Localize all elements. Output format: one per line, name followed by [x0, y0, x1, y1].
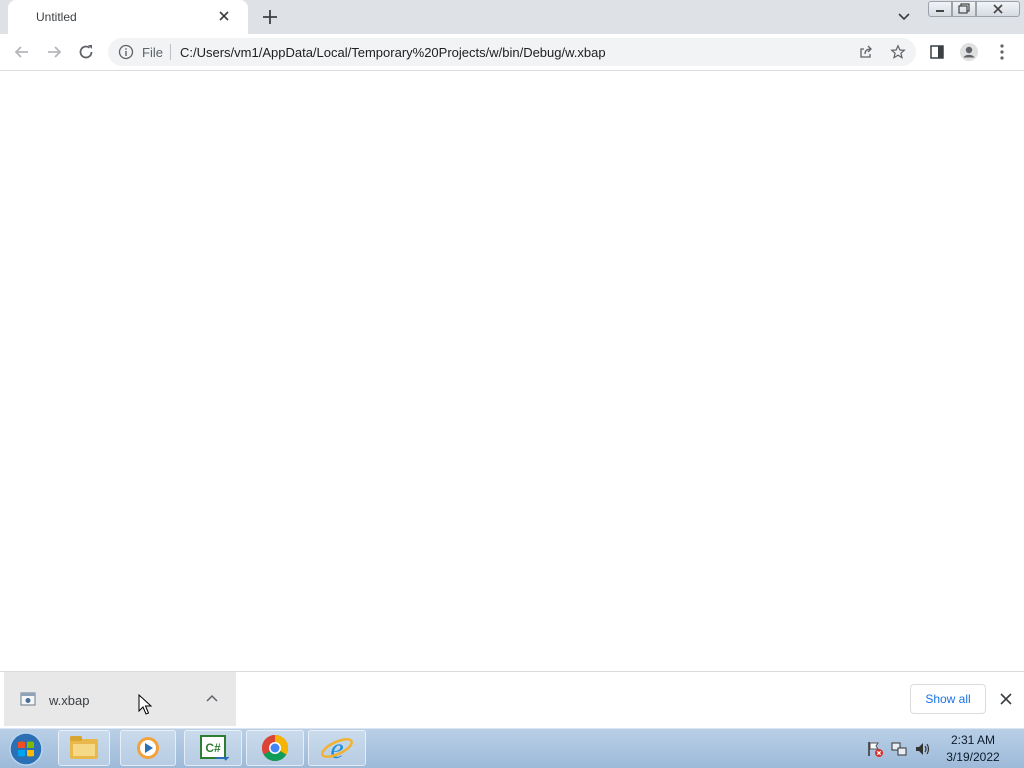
- minimize-icon: [936, 10, 944, 12]
- taskbar-visual-csharp-button[interactable]: C#: [184, 730, 242, 766]
- page-content: [0, 71, 1024, 671]
- clock-time[interactable]: 2:31 AM: [940, 733, 1006, 747]
- taskbar-explorer-button[interactable]: [58, 730, 110, 766]
- show-all-button[interactable]: Show all: [910, 684, 986, 714]
- address-divider: [170, 44, 171, 60]
- network-icon[interactable]: [890, 740, 908, 758]
- tab-title: Untitled: [36, 10, 77, 24]
- chevron-up-icon[interactable]: [205, 692, 219, 706]
- back-arrow-icon[interactable]: [12, 42, 32, 62]
- reload-icon[interactable]: [76, 42, 96, 62]
- forward-arrow-icon[interactable]: [44, 42, 64, 62]
- menu-kebab-icon[interactable]: [994, 42, 1010, 62]
- url-text[interactable]: C:/Users/vm1/AppData/Local/Temporary%20P…: [180, 45, 606, 60]
- clock-date[interactable]: 3/19/2022: [940, 750, 1006, 764]
- window-minimize-button[interactable]: [928, 1, 952, 17]
- chrome-icon: [261, 734, 289, 762]
- share-icon[interactable]: [858, 44, 874, 60]
- close-icon[interactable]: [998, 691, 1014, 707]
- info-icon[interactable]: [118, 44, 134, 60]
- windows-explorer-icon: [70, 736, 98, 759]
- action-center-flag-icon[interactable]: [866, 740, 884, 758]
- internet-explorer-icon: e: [321, 732, 353, 765]
- chevron-down-icon[interactable]: [896, 9, 912, 25]
- close-icon: [993, 4, 1003, 14]
- new-tab-icon[interactable]: [260, 7, 280, 27]
- volume-icon[interactable]: [914, 740, 932, 758]
- download-filename: w.xbap: [49, 693, 90, 708]
- side-panel-icon[interactable]: [929, 44, 945, 60]
- taskbar-internet-explorer-button[interactable]: e: [308, 730, 366, 766]
- taskbar-chrome-button[interactable]: [246, 730, 304, 766]
- download-item[interactable]: [4, 672, 236, 726]
- visual-csharp-icon: C#: [200, 735, 230, 761]
- window-close-button[interactable]: [976, 1, 1020, 17]
- mouse-cursor-icon: [138, 694, 152, 715]
- taskbar-media-player-button[interactable]: [120, 730, 176, 766]
- start-orb-icon[interactable]: [6, 730, 46, 768]
- profile-avatar-icon[interactable]: [959, 42, 979, 62]
- bookmark-star-icon[interactable]: [890, 44, 906, 60]
- media-player-icon: [137, 737, 159, 759]
- window-restore-button[interactable]: [952, 1, 976, 17]
- address-scheme-label: File: [142, 45, 163, 60]
- svg-text:e: e: [330, 732, 343, 765]
- xbap-file-icon: [20, 692, 36, 706]
- restore-icon: [958, 3, 970, 14]
- csharp-label: C#: [205, 741, 221, 755]
- tab-close-icon[interactable]: [216, 8, 232, 24]
